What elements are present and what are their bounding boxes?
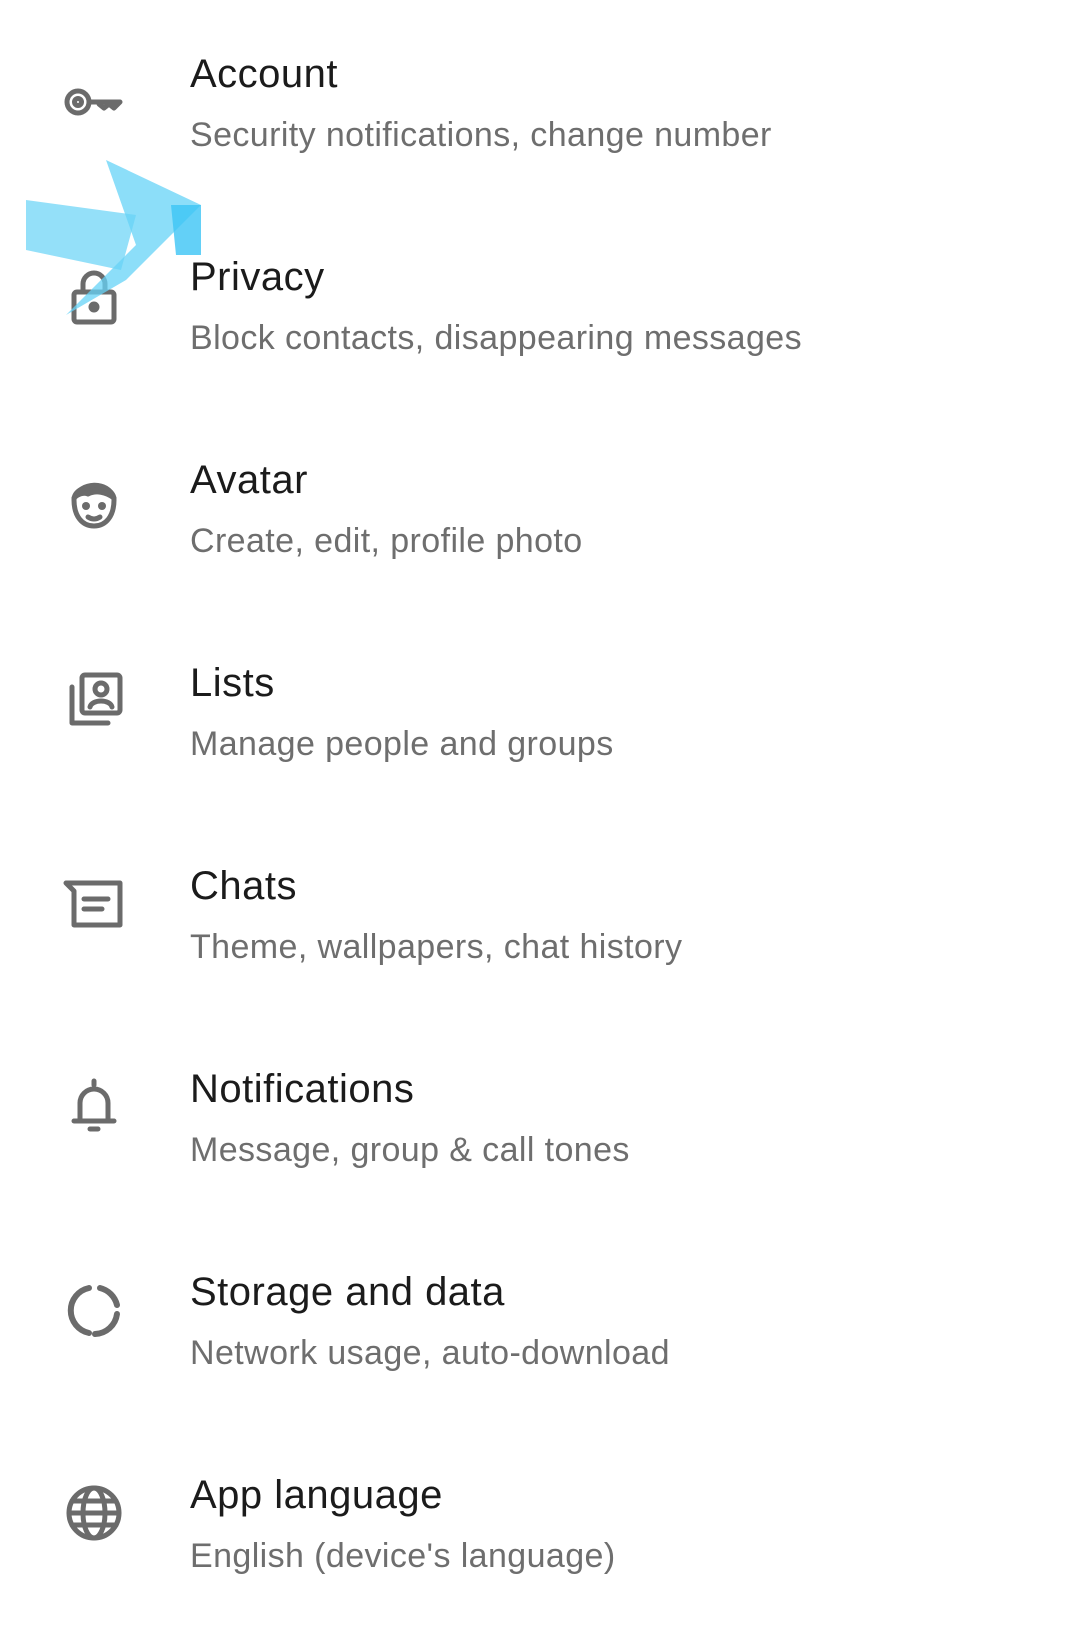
settings-item-subtitle: English (device's language) <box>190 1537 616 1575</box>
settings-item-avatar[interactable]: Avatar Create, edit, profile photo <box>0 406 1080 609</box>
settings-item-title: Avatar <box>190 458 308 502</box>
settings-item-subtitle: Theme, wallpapers, chat history <box>190 928 683 966</box>
settings-item-account[interactable]: Account Security notifications, change n… <box>0 0 1080 203</box>
settings-item-subtitle: Manage people and groups <box>190 725 614 763</box>
chat-icon <box>62 869 126 933</box>
settings-item-title: Lists <box>190 661 275 705</box>
settings-item-lists[interactable]: Lists Manage people and groups <box>0 609 1080 812</box>
settings-item-subtitle: Message, group & call tones <box>190 1131 630 1169</box>
settings-item-title: Account <box>190 52 339 96</box>
settings-item-privacy[interactable]: Privacy Block contacts, disappearing mes… <box>0 203 1080 406</box>
settings-item-subtitle: Block contacts, disappearing messages <box>190 319 803 357</box>
bell-icon <box>62 1073 126 1137</box>
globe-icon <box>62 1481 126 1545</box>
lock-icon <box>62 265 126 329</box>
settings-item-chats[interactable]: Chats Theme, wallpapers, chat history <box>0 812 1080 1015</box>
settings-item-title: Notifications <box>190 1067 415 1111</box>
settings-list: Account Security notifications, change n… <box>0 0 1080 1624</box>
settings-item-title: Privacy <box>190 255 325 299</box>
storage-ring-icon <box>62 1278 126 1342</box>
settings-item-subtitle: Network usage, auto-download <box>190 1334 670 1372</box>
settings-item-app-language[interactable]: App language English (device's language) <box>0 1421 1080 1624</box>
settings-item-title: Storage and data <box>190 1270 505 1314</box>
settings-item-subtitle: Create, edit, profile photo <box>190 522 583 560</box>
key-icon <box>62 70 126 134</box>
contact-list-icon <box>62 669 126 733</box>
settings-item-notifications[interactable]: Notifications Message, group & call tone… <box>0 1015 1080 1218</box>
settings-item-subtitle: Security notifications, change number <box>190 116 772 154</box>
settings-item-title: App language <box>190 1473 443 1517</box>
settings-item-storage-and-data[interactable]: Storage and data Network usage, auto-dow… <box>0 1218 1080 1421</box>
avatar-face-icon <box>62 468 126 532</box>
settings-item-title: Chats <box>190 864 297 908</box>
